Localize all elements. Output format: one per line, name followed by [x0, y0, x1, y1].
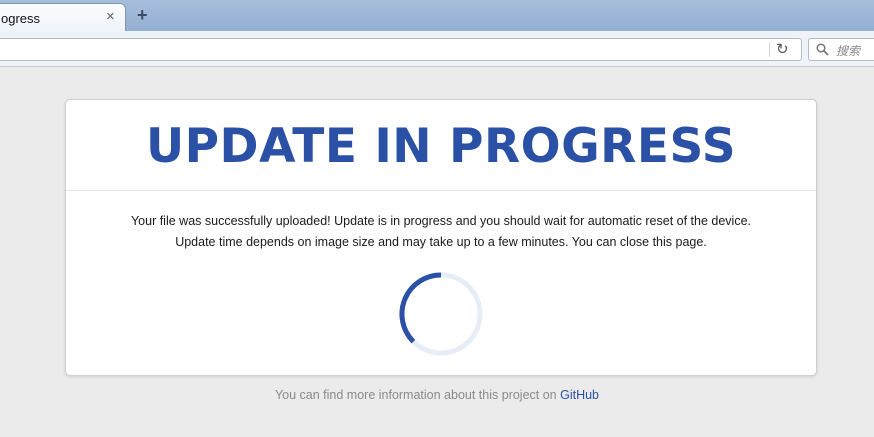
status-message-line-1: Your file was successfully uploaded! Upd… — [130, 214, 752, 228]
title-divider — [66, 190, 816, 191]
github-link[interactable]: GitHub — [560, 388, 599, 402]
tab-title: ogress — [1, 11, 41, 26]
search-placeholder: 搜索 — [836, 44, 861, 58]
navigation-bar: ↻ 搜索 — [0, 31, 874, 67]
tab-bar: ogress × + — [0, 0, 874, 31]
update-card: UPDATE IN PROGRESS Your file was success… — [65, 99, 817, 376]
page-title: UPDATE IN PROGRESS — [145, 119, 737, 174]
new-tab-button[interactable]: + — [137, 6, 148, 24]
reload-icon[interactable]: ↻ — [776, 40, 789, 59]
footer-text: You can find more information about this… — [274, 388, 561, 402]
address-bar[interactable]: ↻ — [0, 38, 802, 61]
footer: You can find more information about this… — [0, 388, 874, 402]
search-icon — [816, 43, 829, 56]
loading-spinner-icon — [399, 272, 483, 356]
close-tab-icon[interactable]: × — [106, 9, 115, 25]
browser-tab[interactable]: ogress × — [0, 3, 126, 31]
address-bar-divider — [769, 42, 770, 57]
status-message-line-2: Update time depends on image size and ma… — [175, 235, 707, 249]
search-box[interactable]: 搜索 — [808, 38, 874, 61]
